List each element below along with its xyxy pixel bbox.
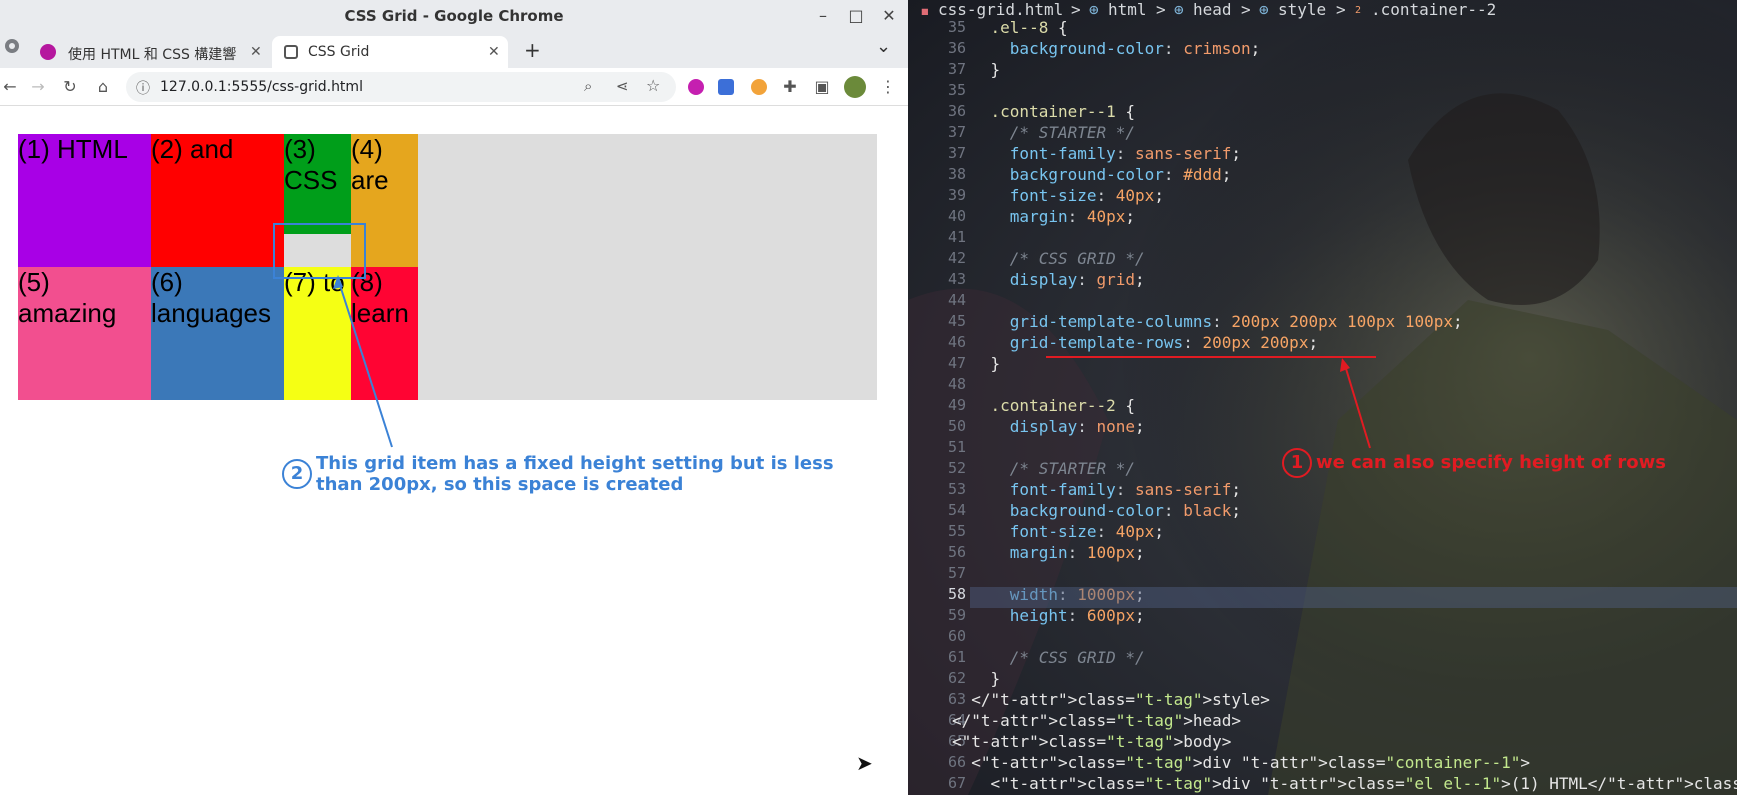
minimize-button[interactable]: –: [810, 5, 836, 27]
tab-search-icon[interactable]: [4, 38, 22, 70]
annotation-underline-arrow-icon: [1046, 356, 1376, 449]
site-info-icon[interactable]: ⓘ: [136, 78, 150, 98]
tab-close-icon[interactable]: ✕: [250, 44, 262, 60]
title-bar: CSS Grid - Google Chrome – □ ✕: [0, 0, 908, 32]
window-title: CSS Grid - Google Chrome: [344, 7, 564, 25]
tab-search-chevron-icon[interactable]: ⌄: [876, 36, 896, 68]
mouse-cursor-icon: ➤: [856, 751, 873, 775]
tab-close-icon[interactable]: ✕: [488, 44, 500, 60]
translate-extension-icon[interactable]: [718, 79, 734, 95]
home-icon[interactable]: ⌂: [93, 77, 113, 96]
extension-icon[interactable]: [688, 79, 704, 95]
tab-strip: 使用 HTML 和 CSS 構建響 ✕ CSS Grid ✕ + ⌄: [0, 32, 908, 68]
cookie-extension-icon[interactable]: [751, 79, 767, 95]
tab-css-grid[interactable]: CSS Grid ✕: [272, 36, 508, 68]
maximize-button[interactable]: □: [843, 5, 869, 27]
extensions-puzzle-icon[interactable]: ✚: [780, 77, 800, 96]
menu-kebab-icon[interactable]: ⋮: [878, 77, 898, 96]
site-favicon-icon: [40, 44, 56, 60]
annotation-text: This grid item has a fixed height settin…: [316, 453, 834, 495]
zoom-icon[interactable]: ⌕: [584, 77, 592, 95]
bookmark-star-icon[interactable]: ☆: [646, 76, 660, 95]
tab-label: 使用 HTML 和 CSS 構建響: [68, 47, 237, 63]
share-icon[interactable]: ⋖: [616, 77, 629, 95]
annotation-text: we can also specify height of rows: [1316, 452, 1666, 473]
tab-html-css-course[interactable]: 使用 HTML 和 CSS 構建響 ✕: [30, 36, 270, 68]
address-bar[interactable]: ⓘ 127.0.0.1:5555/css-grid.html ⌕ ⋖ ☆: [126, 72, 676, 102]
tab-label: CSS Grid: [308, 44, 370, 60]
forward-icon[interactable]: →: [28, 77, 48, 96]
page-content: (1) HTML (2) and (3) CSS (4) are (5) ama…: [0, 107, 908, 795]
close-window-button[interactable]: ✕: [876, 5, 902, 27]
avatar[interactable]: [844, 76, 866, 98]
back-icon[interactable]: ←: [0, 77, 20, 96]
reload-icon[interactable]: ↻: [60, 77, 80, 96]
url-text[interactable]: 127.0.0.1:5555/css-grid.html: [160, 79, 363, 95]
side-panel-icon[interactable]: ▣: [812, 77, 832, 96]
browser-window: CSS Grid - Google Chrome – □ ✕ 使用 HTML 和…: [0, 0, 908, 795]
annotation-number-badge: 1: [1282, 448, 1312, 478]
annotation-arrow-icon: [333, 275, 393, 448]
new-tab-button[interactable]: +: [524, 38, 544, 70]
site-favicon-icon: [284, 45, 298, 59]
toolbar: ← → ↻ ⌂ ⓘ 127.0.0.1:5555/css-grid.html ⌕…: [0, 68, 908, 106]
annotation-number-badge: 2: [282, 459, 312, 489]
